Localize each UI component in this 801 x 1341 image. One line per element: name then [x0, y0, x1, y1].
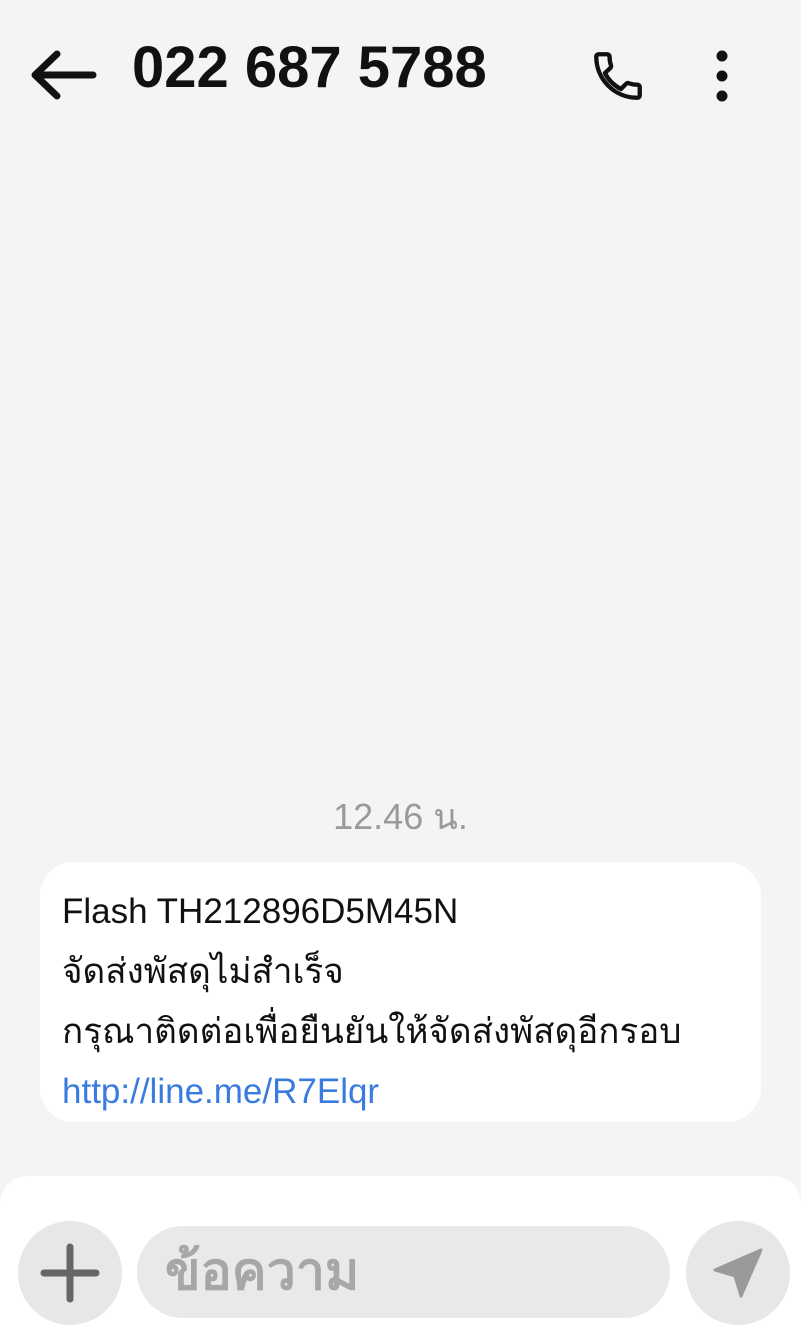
send-button[interactable] [686, 1221, 790, 1325]
arrow-left-icon [31, 50, 97, 100]
composer-bar [0, 1176, 801, 1341]
app-header: 022 687 5788 [0, 0, 801, 150]
message-bubble[interactable]: Flash TH212896D5M45N จัดส่งพัสดุไม่สำเร็… [40, 862, 761, 1122]
message-link[interactable]: http://line.me/R7Elqr [62, 1072, 379, 1111]
message-line-status: จัดส่งพัสดุไม่สำเร็จ [62, 952, 344, 991]
more-options-button[interactable] [694, 40, 750, 112]
plus-icon [40, 1243, 100, 1303]
contact-title: 022 687 5788 [132, 35, 487, 100]
send-icon [713, 1248, 763, 1298]
message-input-container[interactable] [137, 1226, 670, 1318]
message-input[interactable] [163, 1241, 670, 1303]
message-timestamp: 12.46 น. [333, 796, 468, 837]
message-line-instruction: กรุณาติดต่อเพื่อยืนยันให้จัดส่งพัสดุอีกร… [62, 1012, 682, 1051]
message-line-sender: Flash TH212896D5M45N [62, 892, 459, 931]
more-vertical-icon [716, 50, 728, 102]
phone-icon [594, 52, 642, 100]
add-attachment-button[interactable] [18, 1221, 122, 1325]
back-button[interactable] [22, 40, 102, 110]
call-button[interactable] [582, 40, 654, 112]
